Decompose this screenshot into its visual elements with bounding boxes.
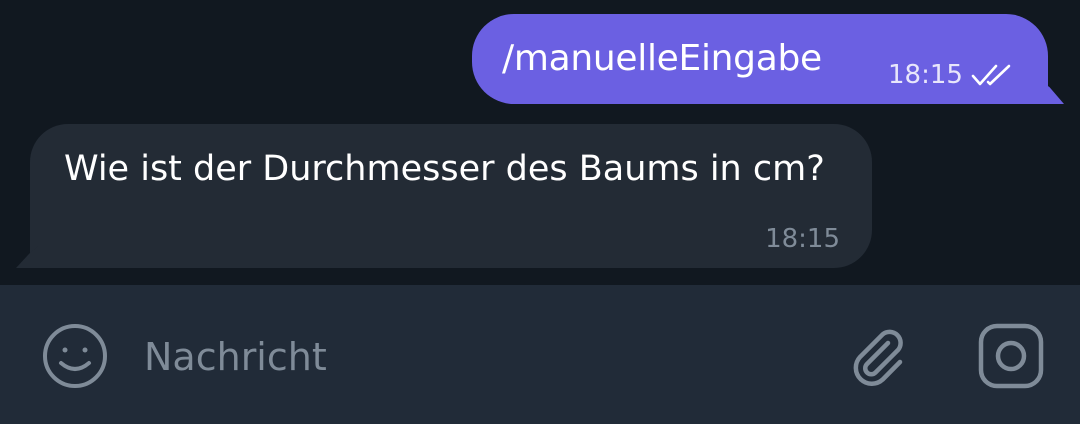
message-text: Wie ist der Durchmesser des Baums in cm?: [64, 149, 825, 189]
incoming-message[interactable]: Wie ist der Durchmesser des Baums in cm?…: [16, 124, 872, 268]
message-input[interactable]: Nachricht: [144, 335, 327, 379]
message-time: 18:15: [765, 224, 840, 254]
emoji-icon[interactable]: [42, 323, 108, 389]
message-text: /manuelleEingabe: [502, 38, 822, 79]
double-check-icon: [971, 64, 1011, 86]
outgoing-message[interactable]: /manuelleEingabe 18:15: [472, 14, 1064, 104]
chat-area: /manuelleEingabe 18:15 Wie ist der Durch…: [0, 0, 1080, 285]
bubble-tail: [1040, 80, 1064, 104]
message-time: 18:15: [888, 60, 963, 90]
message-input-bar: Nachricht: [0, 285, 1080, 424]
attach-icon[interactable]: [848, 325, 910, 387]
bubble-tail: [16, 246, 38, 268]
camera-icon[interactable]: [978, 323, 1044, 389]
